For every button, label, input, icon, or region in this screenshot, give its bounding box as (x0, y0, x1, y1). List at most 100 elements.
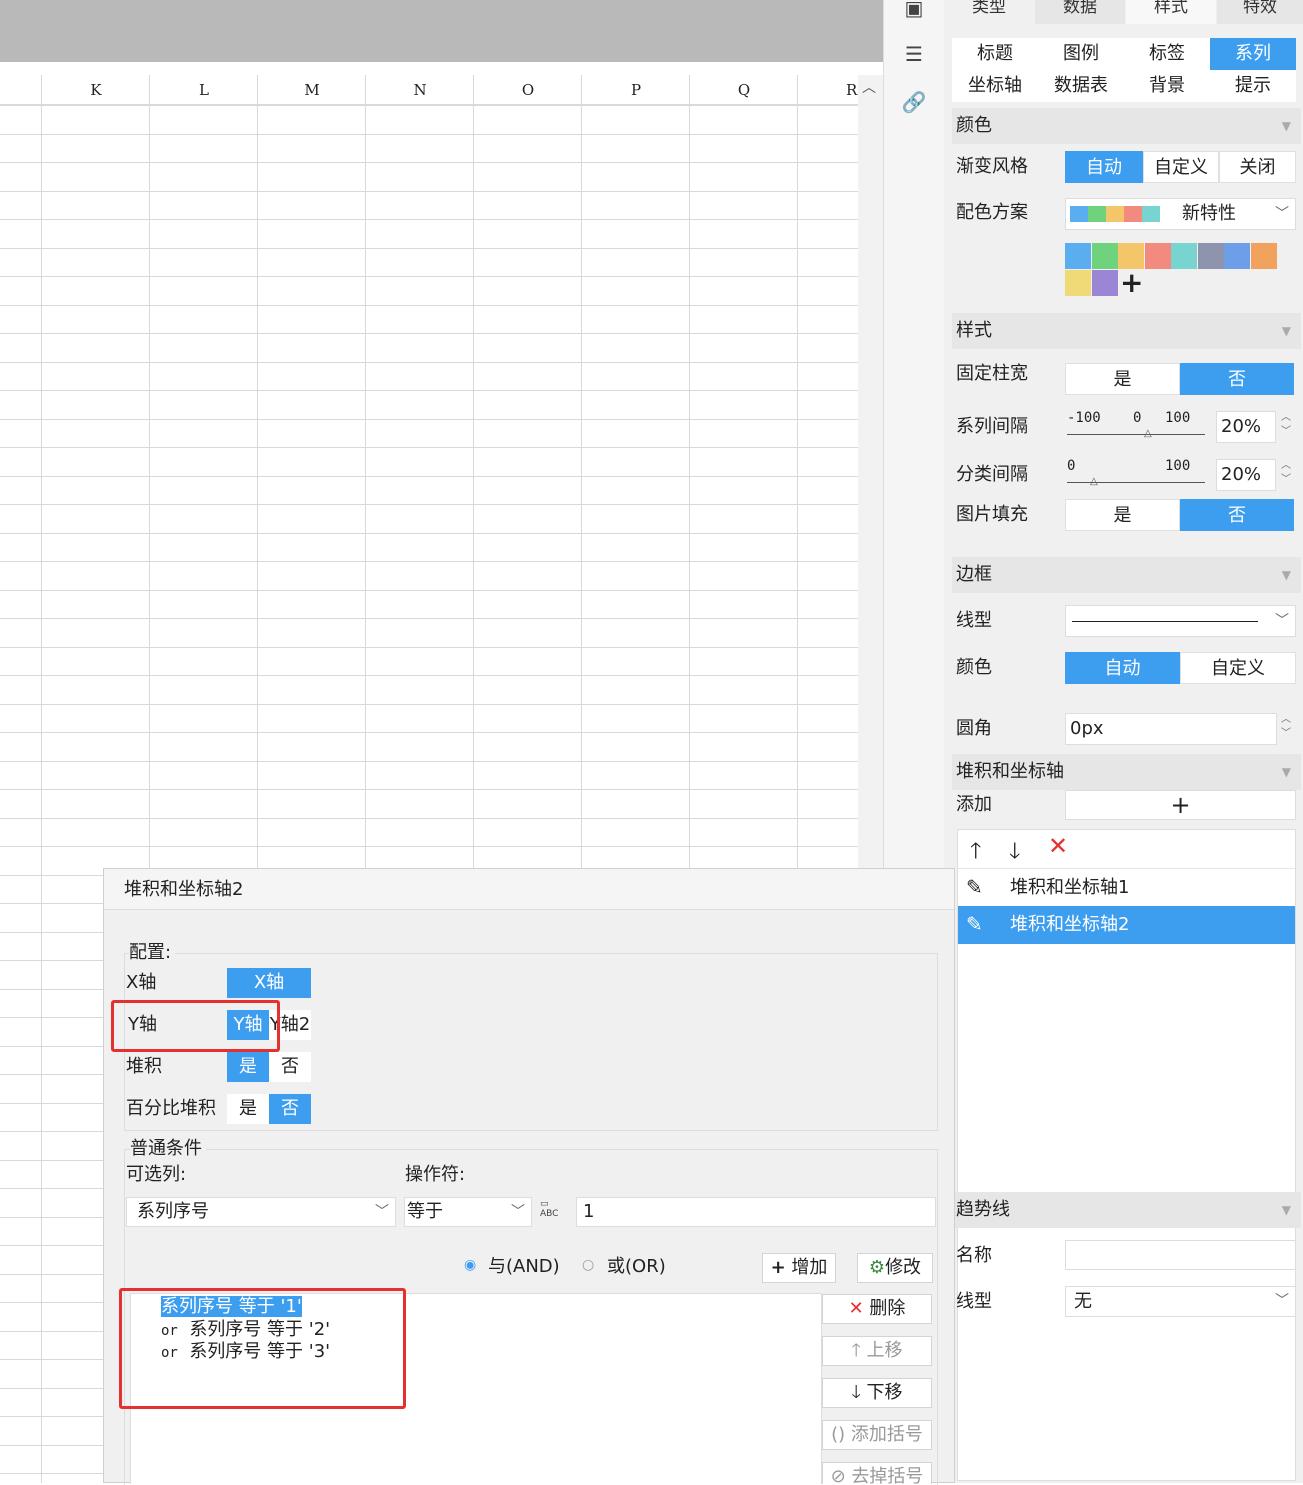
gradient-auto-option[interactable]: 自动 (1065, 151, 1143, 183)
column-header-k[interactable]: K (41, 75, 150, 105)
move-down-button[interactable]: 🡓 下移 (822, 1378, 932, 1408)
fixed-width-no[interactable]: 否 (1180, 363, 1294, 395)
section-title: 颜色 (956, 115, 992, 136)
palette-swatch[interactable] (1171, 243, 1197, 269)
palette-swatch[interactable] (1091, 243, 1118, 269)
operator-select[interactable]: 等于 ﹀ (404, 1197, 532, 1227)
subtab-background[interactable]: 背景 (1124, 70, 1210, 102)
widget-settings-icon[interactable]: ▣ (900, 0, 928, 22)
fixed-width-yes[interactable]: 是 (1065, 363, 1180, 395)
section-border-header[interactable]: 边框 ▼ (952, 557, 1301, 593)
move-up-button[interactable]: 🡑 上移 (822, 1336, 932, 1366)
palette-swatch[interactable] (1224, 243, 1250, 269)
series-gap-slider[interactable]: -100 0 100 △ (1067, 410, 1205, 440)
gradient-custom-option[interactable]: 自定义 (1143, 151, 1219, 183)
list-item-selected[interactable]: ✎ 堆积和坐标轴2 (958, 906, 1295, 944)
series-gap-spinner[interactable]: ︿ ﹀ (1277, 411, 1295, 443)
category-gap-input[interactable]: 20% (1216, 459, 1276, 491)
subtab-legend[interactable]: 图例 (1038, 38, 1124, 70)
condition-value-input[interactable]: 1 (576, 1197, 936, 1227)
palette-swatch[interactable] (1144, 243, 1171, 269)
link-icon[interactable]: 🔗 (900, 88, 928, 116)
column-header-n[interactable]: N (365, 75, 474, 105)
abc-type-icon[interactable]: ▭ ABC (540, 1199, 558, 1219)
chevron-down-icon[interactable]: ﹀ (1275, 1287, 1289, 1316)
stack-no[interactable]: 否 (269, 1052, 311, 1082)
grid-row-line (0, 675, 860, 676)
percent-stack-yes[interactable]: 是 (227, 1094, 269, 1124)
tab-style[interactable]: 样式 (1126, 0, 1216, 24)
add-label: 添加 (956, 794, 992, 815)
add-stack-axis-button[interactable]: + (1065, 790, 1296, 820)
radio-or[interactable]: ○ (582, 1257, 594, 1273)
tab-type[interactable]: 类型 (944, 0, 1034, 24)
corner-radius-input[interactable]: 0px (1065, 713, 1277, 745)
palette-swatch[interactable] (1197, 243, 1224, 269)
border-color-custom[interactable]: 自定义 (1180, 652, 1296, 684)
slider-thumb[interactable]: △ (1144, 428, 1152, 439)
palette-swatch[interactable] (1065, 270, 1091, 296)
tab-data[interactable]: 数据 (1035, 0, 1125, 24)
section-style-header[interactable]: 样式 ▼ (952, 313, 1301, 349)
subtab-series[interactable]: 系列 (1210, 38, 1296, 70)
column-select[interactable]: 系列序号 ﹀ (126, 1197, 396, 1227)
list-item[interactable]: ✎ 堆积和坐标轴1 (958, 868, 1295, 907)
remove-bracket-button[interactable]: ⊘ 去掉括号 (822, 1462, 932, 1484)
column-header-q[interactable]: Q (689, 75, 798, 105)
series-gap-input[interactable]: 20% (1216, 411, 1276, 443)
line-type-select[interactable]: ﹀ (1065, 605, 1296, 637)
subtab-label[interactable]: 标签 (1124, 38, 1210, 70)
section-stack-axis-header[interactable]: 堆积和坐标轴 ▼ (952, 754, 1301, 790)
chevron-down-icon[interactable]: ﹀ (1275, 199, 1289, 229)
section-title: 堆积和坐标轴 (956, 761, 1064, 782)
layout-icon[interactable]: ☰ (900, 40, 928, 68)
trend-name-input[interactable] (1065, 1240, 1296, 1270)
section-color-header[interactable]: 颜色 ▼ (952, 108, 1301, 144)
vertical-scrollbar[interactable]: ︿ (858, 75, 883, 875)
trend-line-select[interactable]: 无 ﹀ (1065, 1286, 1296, 1317)
slider-thumb[interactable]: △ (1090, 476, 1098, 487)
grid-column-line (41, 75, 42, 1483)
chevron-down-icon[interactable]: ﹀ (1275, 606, 1289, 636)
column-header-o[interactable]: O (473, 75, 582, 105)
delete-condition-button[interactable]: ✕ 删除 (822, 1294, 932, 1324)
category-gap-slider[interactable]: 0 100 △ (1067, 458, 1205, 488)
palette-swatch[interactable] (1065, 243, 1091, 269)
add-bracket-button[interactable]: () 添加括号 (822, 1420, 932, 1450)
stack-yes[interactable]: 是 (227, 1052, 269, 1082)
column-header-l[interactable]: L (149, 75, 258, 105)
add-color-icon[interactable]: + (1120, 269, 1143, 297)
chevron-up-icon[interactable]: ︿ (862, 77, 876, 97)
subtab-title[interactable]: 标题 (952, 38, 1038, 70)
slider-min: 0 (1067, 458, 1076, 474)
edit-icon[interactable]: ✎ (966, 875, 983, 899)
delete-icon[interactable]: ✕ (1048, 832, 1068, 860)
gradient-off-option[interactable]: 关闭 (1219, 151, 1296, 183)
edit-icon[interactable]: ✎ (966, 912, 983, 936)
arrow-up-icon[interactable]: 🡑 (970, 834, 981, 872)
chevron-down-icon[interactable]: ﹀ (375, 1198, 389, 1226)
border-color-auto[interactable]: 自动 (1065, 652, 1180, 684)
color-scheme-select[interactable]: 新特性 ﹀ (1065, 198, 1296, 230)
x-axis-option[interactable]: X轴 (227, 968, 311, 998)
section-trendline-header[interactable]: 趋势线 ▼ (952, 1192, 1301, 1228)
chevron-down-icon[interactable]: ﹀ (511, 1198, 525, 1226)
corner-radius-spinner[interactable]: ︿ ﹀ (1277, 713, 1295, 745)
palette-swatch[interactable] (1091, 270, 1118, 296)
column-header-p[interactable]: P (581, 75, 690, 105)
palette-swatch[interactable] (1250, 243, 1277, 269)
subtab-datatable[interactable]: 数据表 (1038, 70, 1124, 102)
modify-condition-button[interactable]: ⚙修改 (857, 1253, 933, 1283)
subtab-axis[interactable]: 坐标轴 (952, 70, 1038, 102)
image-fill-yes[interactable]: 是 (1065, 499, 1180, 531)
percent-stack-no[interactable]: 否 (269, 1094, 311, 1124)
add-condition-button[interactable]: + 增加 (762, 1253, 836, 1283)
column-header-m[interactable]: M (257, 75, 366, 105)
arrow-down-icon[interactable]: 🡓 (1009, 834, 1020, 872)
tab-effects[interactable]: 特效 (1217, 0, 1303, 24)
modify-icon: ⚙ (868, 1257, 886, 1278)
image-fill-no[interactable]: 否 (1180, 499, 1294, 531)
category-gap-spinner[interactable]: ︿ ﹀ (1277, 459, 1295, 491)
radio-and[interactable]: ◉ (464, 1257, 476, 1273)
subtab-tooltip[interactable]: 提示 (1210, 70, 1296, 102)
